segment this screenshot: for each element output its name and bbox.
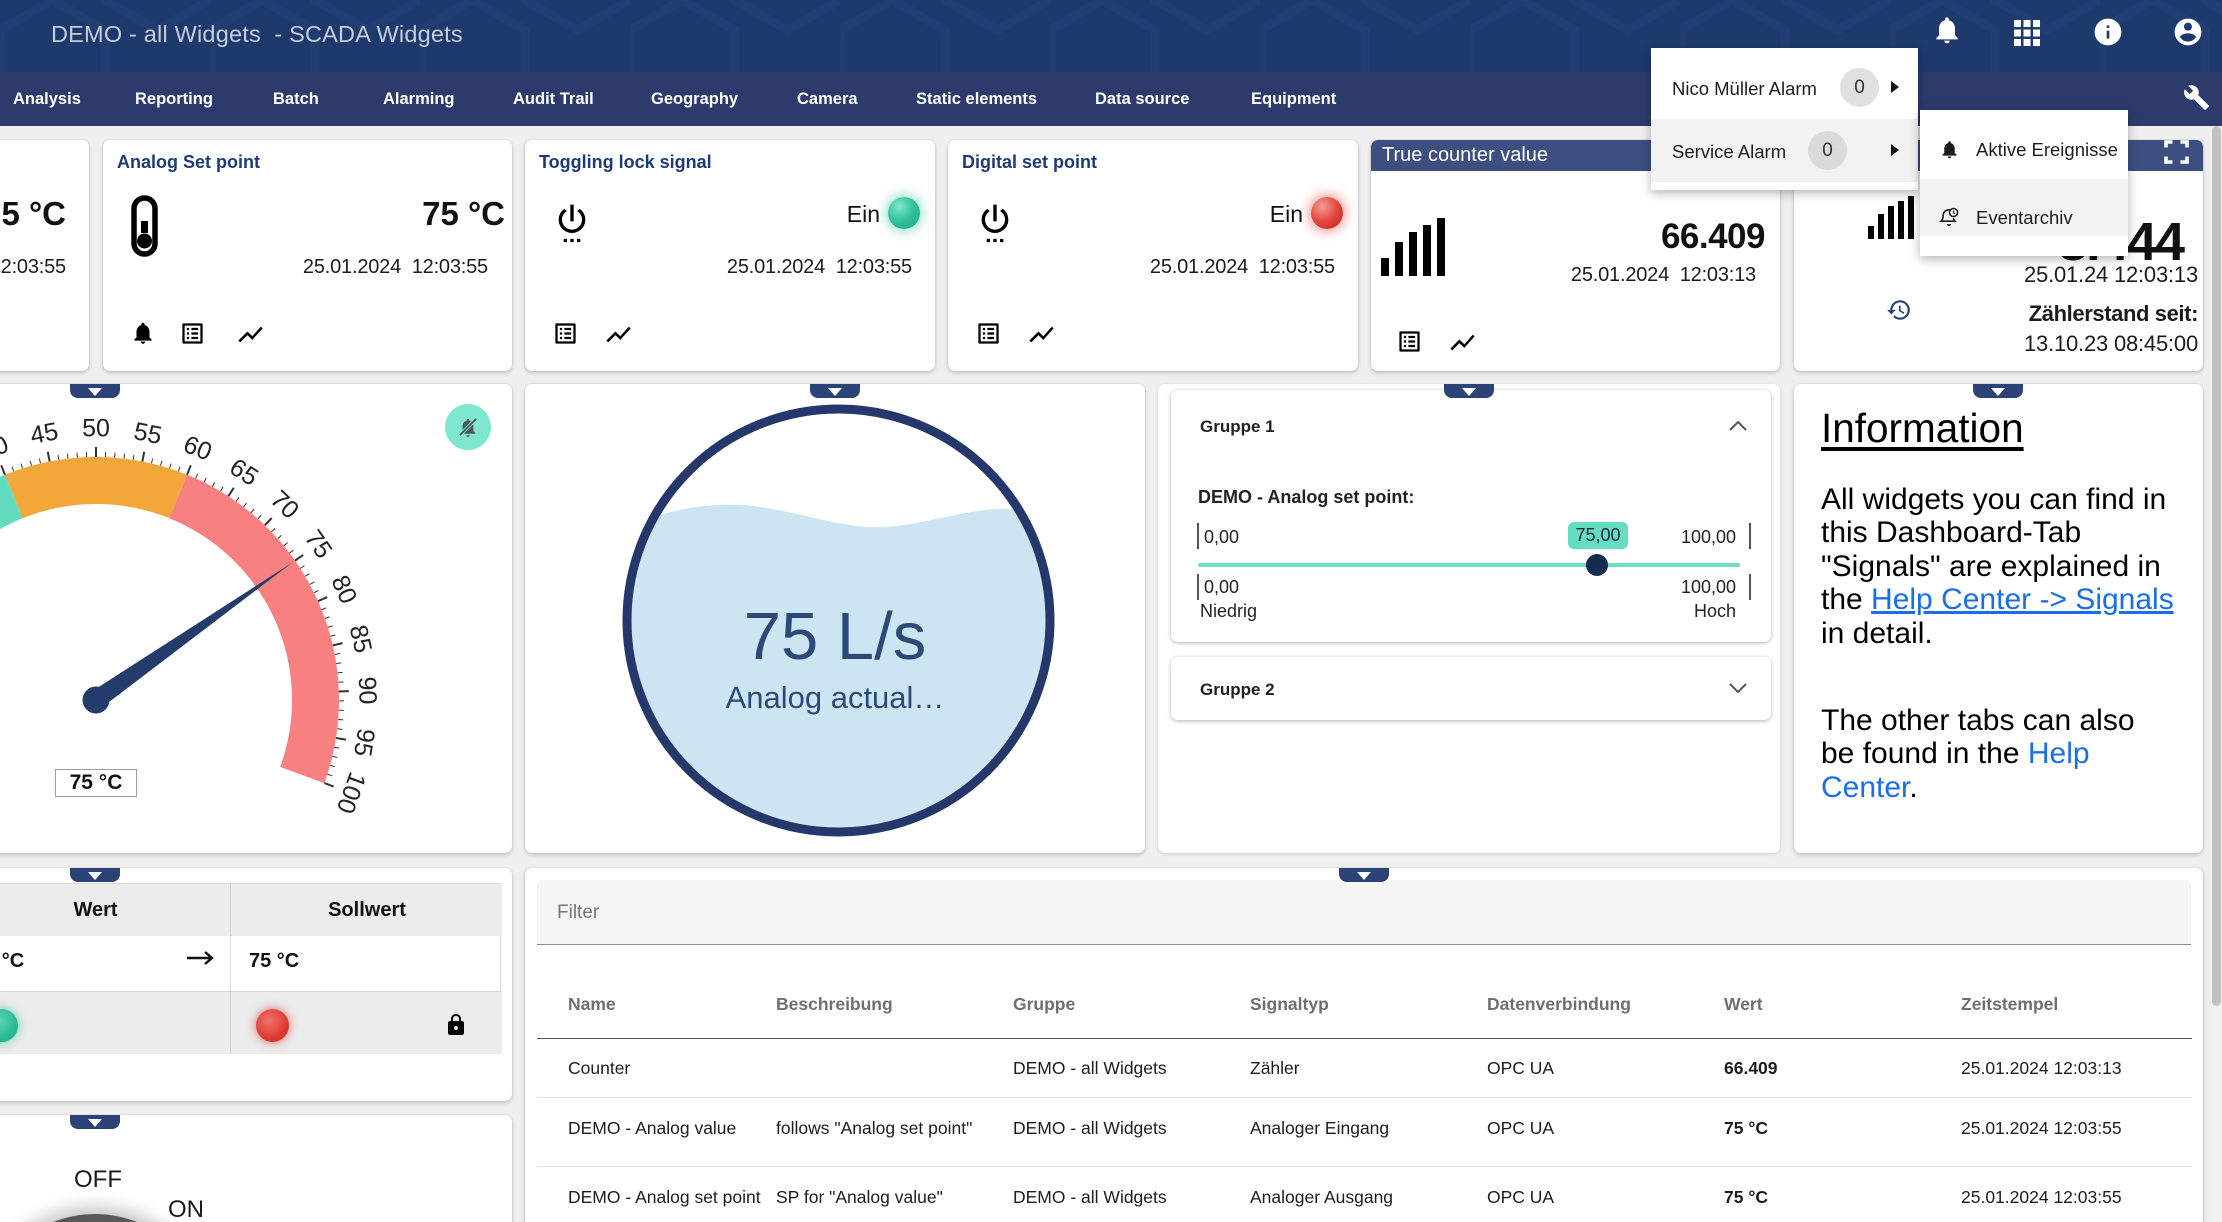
svg-text:60: 60	[180, 430, 216, 466]
svg-text:95: 95	[348, 727, 380, 759]
svg-text:55: 55	[131, 417, 164, 450]
svg-text:100: 100	[331, 768, 372, 817]
svg-text:45: 45	[28, 417, 61, 450]
svg-text:65: 65	[225, 453, 264, 492]
svg-text:40: 40	[0, 430, 12, 466]
svg-text:75: 75	[299, 525, 338, 564]
svg-text:85: 85	[344, 622, 378, 655]
svg-text:80: 80	[325, 571, 362, 608]
svg-text:90: 90	[353, 676, 382, 705]
svg-text:50: 50	[82, 415, 110, 443]
